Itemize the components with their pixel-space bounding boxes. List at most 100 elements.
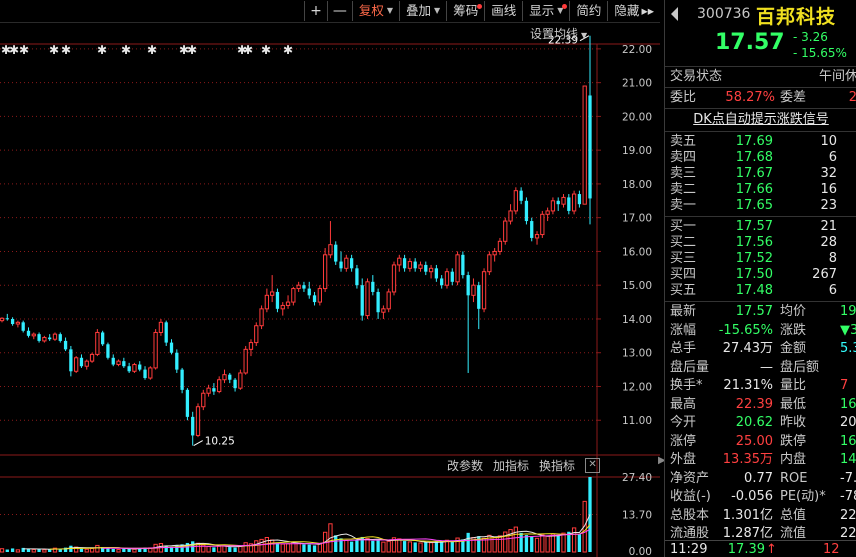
kline-chart-area[interactable]: 22.00 21.00 20.00 19.00 18.00 17.00 16.00 15.00… [0, 22, 660, 557]
stat-label-2: ROE [780, 470, 808, 486]
minus-icon[interactable]: — [326, 1, 352, 21]
toolbar-button-4[interactable]: 筹码 [446, 1, 484, 21]
volume-bar [334, 535, 338, 552]
candle-body [534, 234, 540, 239]
asks-row[interactable]: 卖一 17.65 23 [665, 198, 856, 214]
volume-bar [132, 548, 137, 553]
candle-body [424, 264, 428, 272]
stat-value: 27.43万 [722, 341, 773, 356]
stat-label: 换手* [670, 378, 703, 393]
candle-body [550, 200, 556, 212]
volume-bar [79, 548, 84, 552]
candle-body [175, 352, 179, 370]
stat-value-2: 16 [840, 396, 856, 412]
add-indicator-button[interactable]: 加指标 [493, 457, 529, 474]
bids-price: 17.52 [735, 251, 773, 266]
candle-body [582, 85, 587, 205]
stat-value-2: -78 [840, 489, 856, 504]
stat-value-2: 19 [840, 304, 856, 319]
candle-body [259, 308, 264, 327]
volume-bar [550, 533, 556, 553]
candle-body [264, 294, 270, 310]
toolbar-button-8[interactable]: 隐藏 ▸▸ [607, 1, 660, 21]
asks-row[interactable]: 卖四 17.68 6 [665, 150, 856, 166]
stat-value-2: 22.85 [840, 507, 856, 523]
asks-row[interactable]: 卖二 17.66 16 [665, 182, 856, 198]
dk-signal-link[interactable]: DK点自动提示涨跌信号 [665, 109, 856, 132]
toolbar-button-label: 复权 [358, 3, 384, 18]
bids-row[interactable]: 买四 17.50 267 [665, 267, 856, 283]
tick-time: 11:29 [670, 542, 708, 557]
candle-body [212, 388, 216, 392]
candle-body [444, 271, 450, 286]
toolbar-button-label: 筹码 [453, 3, 479, 18]
bids-row[interactable]: 买五 17.48 6 [665, 283, 856, 299]
back-arrow-icon[interactable] [671, 7, 678, 21]
candle-body [37, 334, 41, 341]
candle-body [285, 301, 291, 306]
asks-row[interactable]: 卖三 17.67 32 [665, 166, 856, 182]
volume-bar [376, 539, 380, 552]
stat-label: 净资产 [670, 470, 710, 486]
price-tick-label: 17.00 [622, 213, 652, 225]
candle-body [63, 340, 68, 350]
toolbar-button-3[interactable]: 叠加 ▼ [399, 1, 446, 21]
asks-volume: 16 [820, 182, 837, 197]
volume-bar [317, 543, 322, 553]
candle-body [391, 264, 397, 293]
stat-label: 收益(-) [670, 489, 711, 504]
switch-indicator-button[interactable]: 换指标 [539, 457, 575, 474]
volume-bar [571, 527, 577, 553]
stat-value-2: ▼3 [840, 322, 856, 338]
event-marker-icon: ✱ [243, 43, 253, 57]
modify-params-button[interactable]: 改参数 [447, 457, 483, 474]
candle-body [418, 264, 423, 269]
stat-row: 收益(-) -0.056 PE(动)* -78 [665, 488, 856, 507]
candle-body [428, 267, 434, 273]
chevron-down-icon: ▼ [386, 6, 394, 15]
toolbar-button-2[interactable]: 复权 ▼ [351, 1, 399, 21]
volume-bar [228, 547, 232, 552]
price-tick-label: 18.00 [622, 179, 652, 191]
price-tick-label: 16.00 [622, 246, 652, 258]
volume-bar [386, 540, 391, 553]
toolbar-button-7[interactable]: 简约 [569, 1, 607, 21]
kline-chart-svg[interactable]: 22.00 21.00 20.00 19.00 18.00 17.00 16.00 15.00… [0, 22, 660, 557]
bids-row[interactable]: 买一 17.57 21 [665, 219, 856, 235]
close-icon[interactable]: ✕ [585, 457, 601, 473]
plus-icon[interactable]: + [304, 1, 327, 21]
volume-bar [312, 545, 317, 552]
candle-body [101, 332, 105, 345]
bids-row[interactable]: 买三 17.52 8 [665, 251, 856, 267]
candle-body [556, 200, 560, 205]
volume-bar [122, 548, 126, 552]
candle-body [540, 213, 545, 236]
toolbar-button-6[interactable]: 显示 ▼ [522, 1, 569, 21]
candle-body [397, 257, 402, 266]
candle-body [466, 275, 470, 296]
stock-header: 300736 百邦科技 17.57 - 3.26 - 15.65% [665, 0, 856, 67]
stock-name: 百邦科技 [756, 6, 837, 28]
candle-body [0, 317, 5, 322]
ma-setting-dropdown[interactable]: 设置均线 ▼ [530, 25, 587, 42]
candle-body [530, 221, 534, 238]
candle-body [195, 406, 201, 436]
candle-body [561, 196, 566, 205]
bids-level: 买五 [670, 283, 697, 298]
chevron-down-icon: ▼ [434, 6, 441, 15]
toolbar-button-group: + — 复权 ▼ 叠加 ▼ 筹码 画线 显示 ▼ 简约 隐藏 ▸▸ [304, 0, 660, 22]
candle-body [180, 369, 184, 390]
volume-bar [10, 548, 15, 552]
asks-row[interactable]: 卖五 17.69 10 [665, 134, 856, 150]
toolbar-button-5[interactable]: 画线 [484, 1, 522, 21]
event-marker-icon: ✱ [61, 43, 71, 57]
volume-bar [254, 540, 259, 553]
volume-bar [381, 541, 386, 553]
candle-body [185, 389, 190, 417]
candle-body [371, 281, 375, 292]
weicha-label: 委差 [780, 90, 807, 105]
trade-status-row: 交易状态 午间休 [665, 67, 856, 88]
volume-bar [397, 538, 402, 553]
candle-body [349, 258, 354, 269]
bids-row[interactable]: 买二 17.56 28 [665, 235, 856, 251]
